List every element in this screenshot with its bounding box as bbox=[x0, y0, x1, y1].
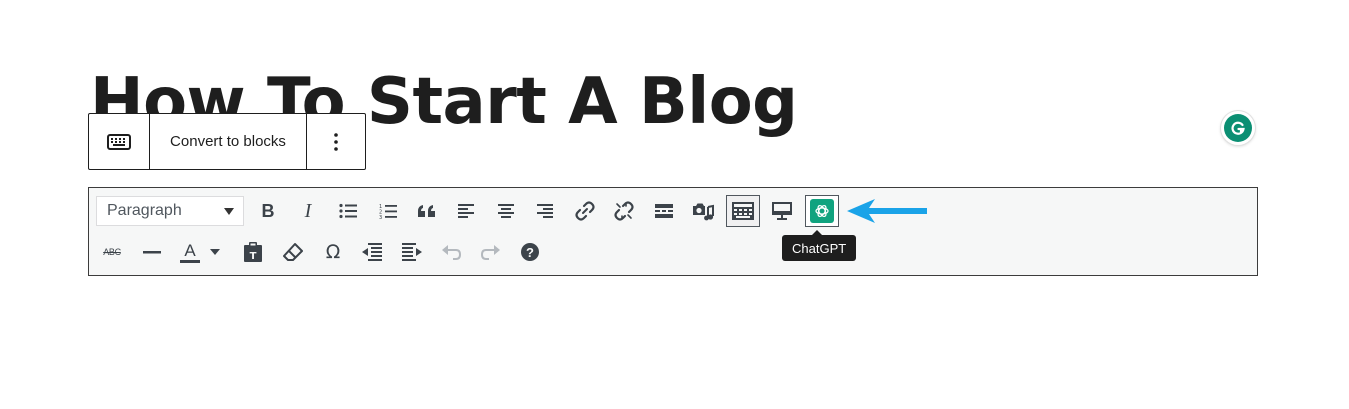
help-icon-glyph: ? bbox=[526, 244, 534, 260]
add-media-button[interactable] bbox=[687, 196, 719, 226]
align-right-icon bbox=[537, 204, 553, 218]
strikethrough-button[interactable]: ABC bbox=[96, 237, 128, 267]
block-toolbar: Convert to blocks bbox=[88, 113, 366, 170]
align-left-icon bbox=[458, 204, 474, 218]
clear-formatting-button[interactable] bbox=[277, 237, 309, 267]
redo-button[interactable] bbox=[475, 237, 507, 267]
read-more-button[interactable] bbox=[648, 196, 680, 226]
svg-text:3: 3 bbox=[379, 215, 382, 219]
align-left-button[interactable] bbox=[450, 196, 482, 226]
bullet-list-button[interactable] bbox=[332, 196, 364, 226]
keyboard-icon bbox=[107, 133, 131, 150]
svg-text:T: T bbox=[250, 251, 257, 262]
italic-button[interactable]: I bbox=[292, 196, 324, 226]
bold-icon: B bbox=[261, 200, 275, 221]
chatgpt-icon bbox=[810, 199, 834, 223]
italic-icon: I bbox=[304, 199, 312, 222]
paste-as-text-button[interactable]: T bbox=[237, 237, 269, 267]
chatgpt-tooltip: ChatGPT bbox=[782, 230, 857, 261]
align-center-icon bbox=[498, 204, 514, 218]
unlink-icon bbox=[614, 201, 634, 221]
link-icon bbox=[575, 201, 595, 221]
special-character-icon: Ω bbox=[325, 241, 341, 263]
align-center-button[interactable] bbox=[490, 196, 522, 226]
preview-button[interactable] bbox=[766, 196, 798, 226]
help-button[interactable]: ? bbox=[514, 237, 546, 267]
grammarly-g-icon bbox=[1224, 114, 1252, 142]
redo-icon bbox=[481, 245, 500, 260]
convert-to-blocks-button[interactable]: Convert to blocks bbox=[150, 114, 307, 169]
outdent-icon bbox=[362, 243, 382, 261]
text-color-icon: A bbox=[180, 241, 200, 263]
horizontal-line-button[interactable] bbox=[136, 237, 168, 267]
outdent-button[interactable] bbox=[356, 237, 388, 267]
clear-formatting-icon bbox=[283, 243, 303, 261]
format-select[interactable]: Paragraph bbox=[96, 196, 244, 226]
more-options-button[interactable] bbox=[307, 114, 365, 169]
classic-editor-toolbar: Paragraph B I 1 2 3 ABC A T Ω ? ChatGPT bbox=[88, 187, 1258, 276]
special-character-button[interactable]: Ω bbox=[317, 237, 349, 267]
indent-button[interactable] bbox=[396, 237, 428, 267]
bold-button[interactable]: B bbox=[252, 196, 284, 226]
read-more-icon bbox=[655, 204, 673, 218]
format-select-value: Paragraph bbox=[107, 202, 182, 219]
undo-icon bbox=[442, 245, 461, 260]
preview-icon bbox=[772, 202, 792, 220]
bullet-list-icon bbox=[339, 203, 357, 219]
toolbar-toggle-icon bbox=[732, 202, 754, 220]
chevron-down-icon bbox=[224, 208, 234, 215]
keyboard-button[interactable] bbox=[89, 114, 150, 169]
text-color-button[interactable]: A bbox=[175, 237, 205, 267]
remove-link-button[interactable] bbox=[608, 196, 640, 226]
convert-to-blocks-label: Convert to blocks bbox=[170, 133, 286, 150]
blockquote-button[interactable] bbox=[411, 196, 443, 226]
numbered-list-icon: 1 2 3 bbox=[379, 204, 397, 219]
horizontal-line-icon bbox=[143, 251, 161, 254]
add-media-icon bbox=[693, 203, 714, 221]
chatgpt-button[interactable] bbox=[805, 195, 839, 227]
numbered-list-button[interactable]: 1 2 3 bbox=[372, 196, 404, 226]
blockquote-icon bbox=[418, 205, 435, 217]
annotation-arrow-icon bbox=[847, 199, 927, 223]
text-color-dropdown[interactable] bbox=[207, 237, 223, 267]
vertical-ellipsis-icon bbox=[334, 132, 338, 151]
chevron-down-icon bbox=[210, 249, 220, 255]
strikethrough-icon: ABC bbox=[103, 247, 121, 257]
toolbar-toggle-button[interactable] bbox=[726, 195, 760, 227]
help-icon: ? bbox=[521, 243, 539, 261]
paste-as-text-icon: T bbox=[244, 242, 262, 262]
align-right-button[interactable] bbox=[529, 196, 561, 226]
insert-link-button[interactable] bbox=[569, 196, 601, 226]
grammarly-button[interactable] bbox=[1221, 111, 1255, 145]
undo-button[interactable] bbox=[435, 237, 467, 267]
indent-icon bbox=[402, 243, 422, 261]
